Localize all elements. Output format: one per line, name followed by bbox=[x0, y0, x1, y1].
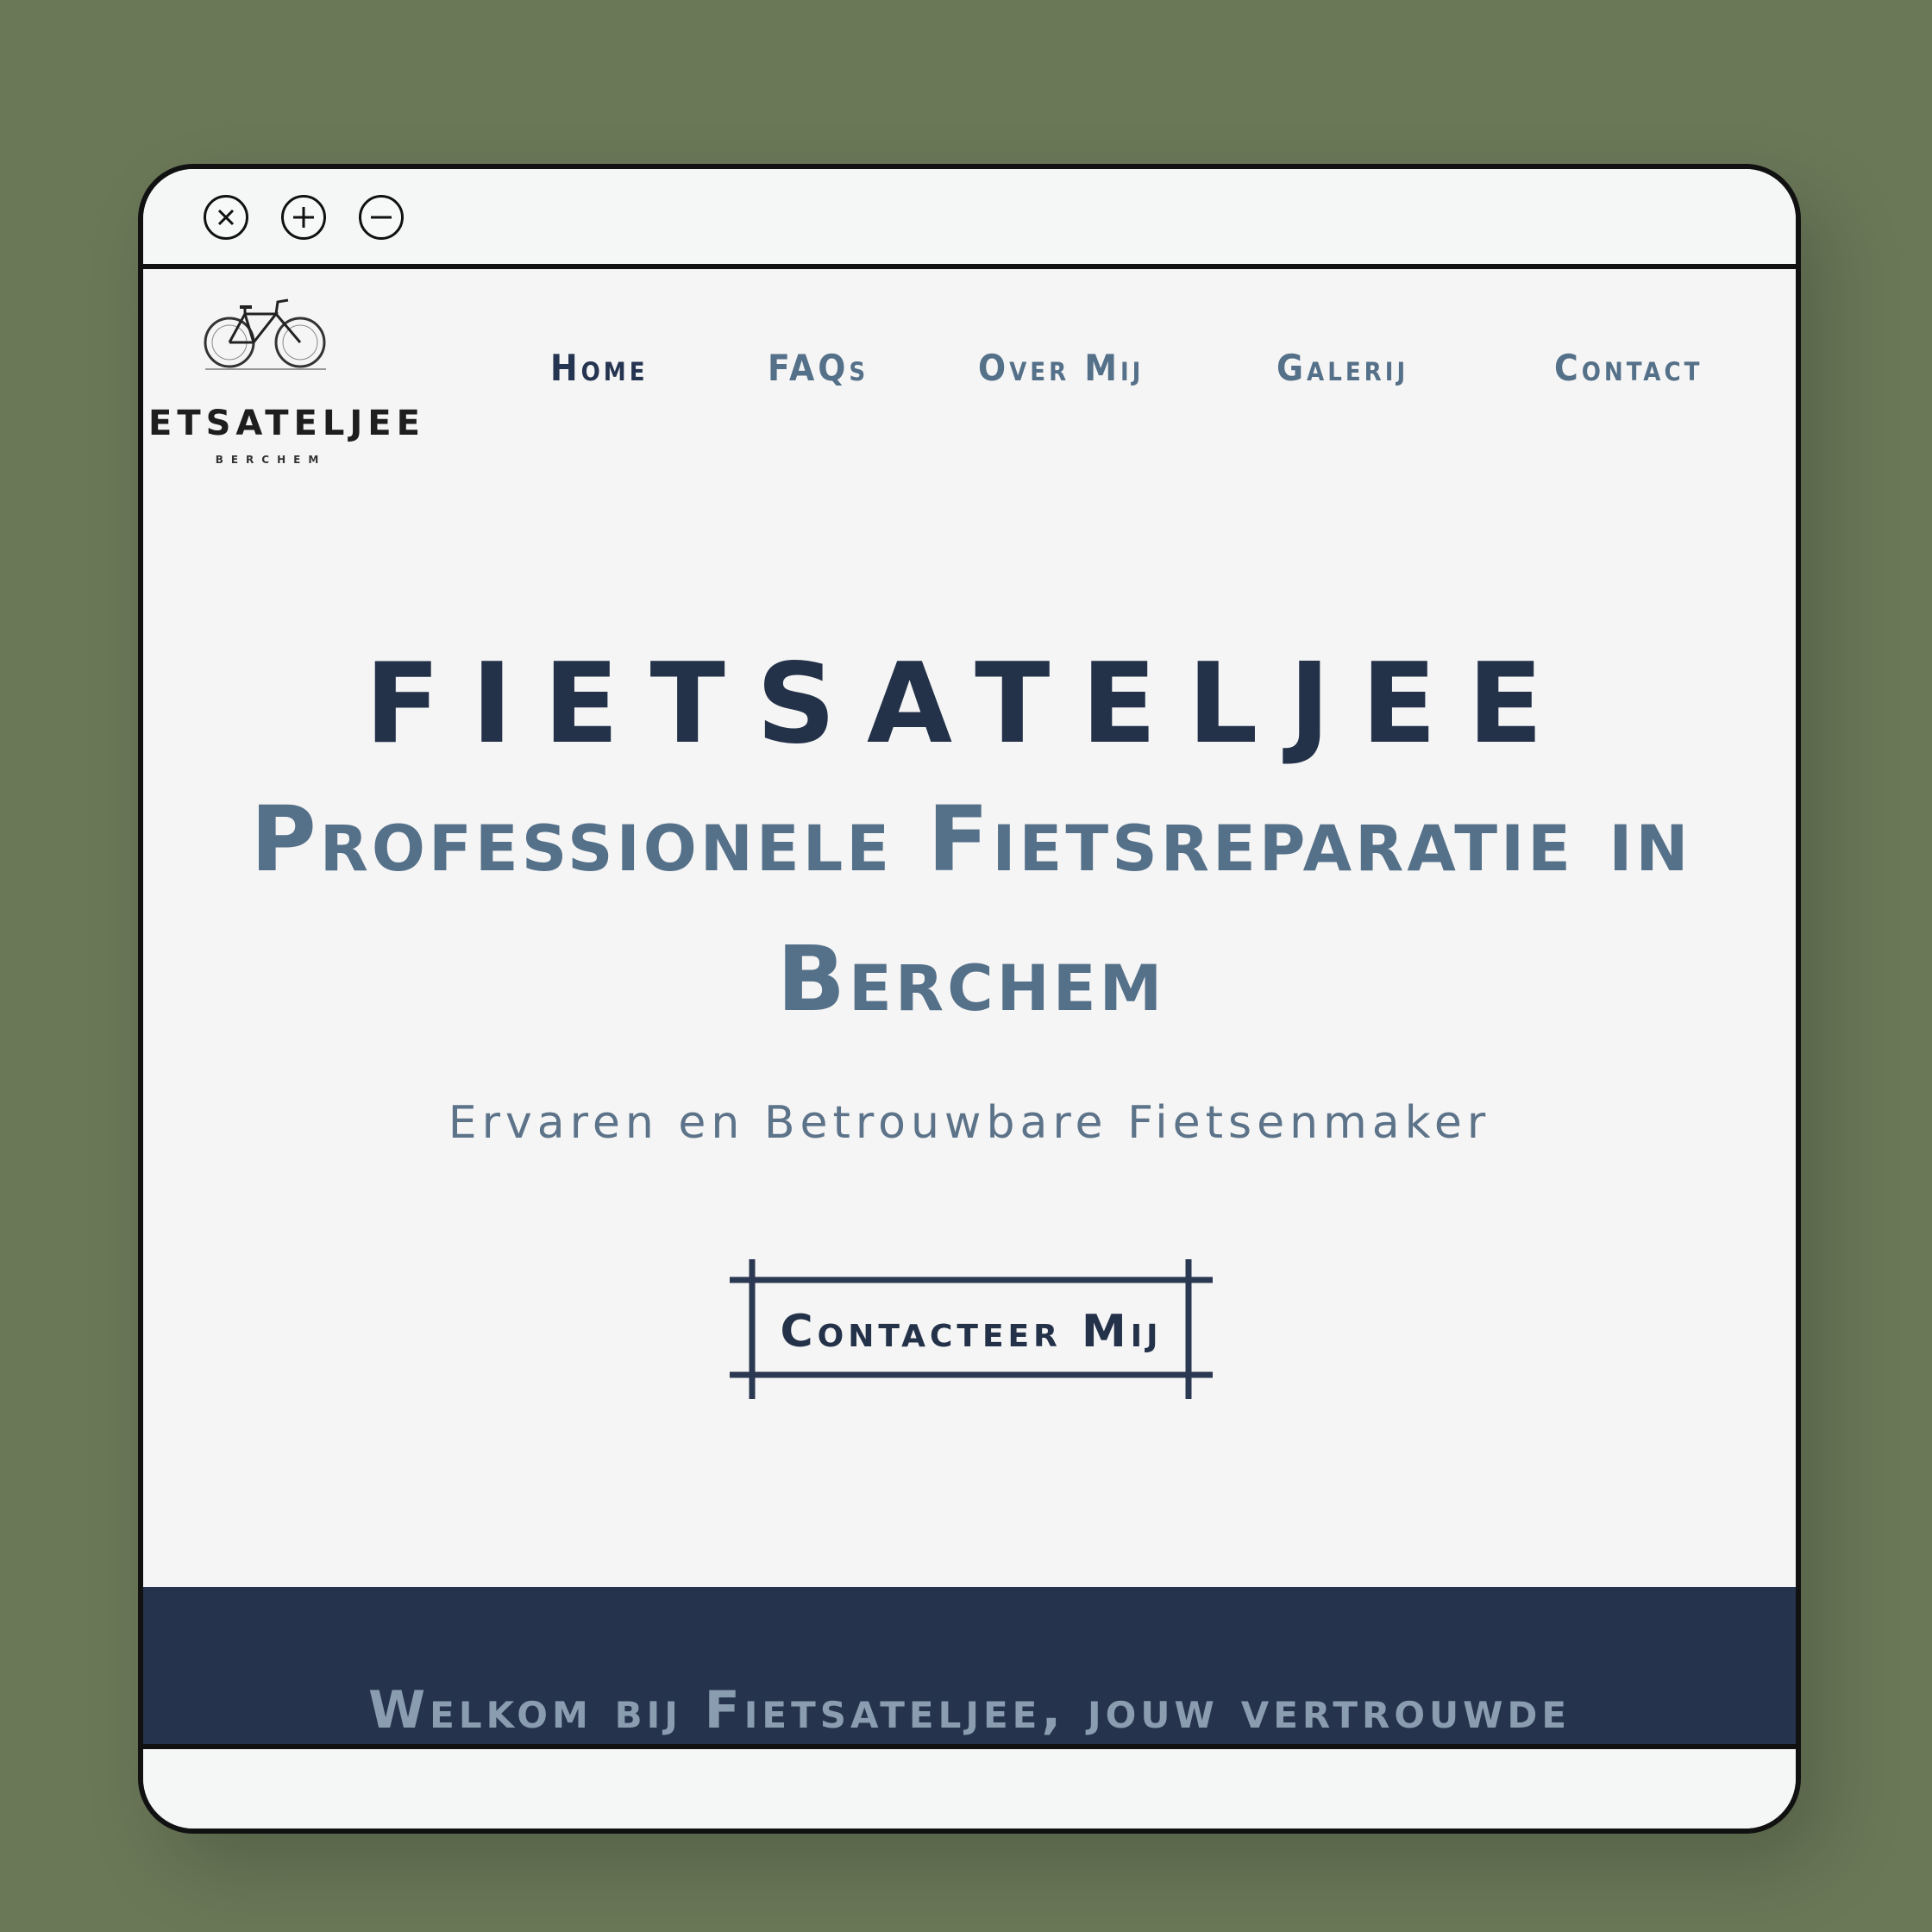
minus-icon[interactable] bbox=[359, 195, 404, 240]
logo-text: ETSATELJEE bbox=[148, 404, 425, 443]
nav-over-mij[interactable]: Over Mij bbox=[978, 342, 1144, 394]
welcome-heading: Welkom bij Fietsateljee, jouw vertrouwde bbox=[367, 1680, 1571, 1741]
contact-button[interactable]: Contacteer Mij bbox=[730, 1259, 1213, 1404]
hero-tagline: Ervaren en Betrouwbare Fietsenmaker bbox=[448, 1097, 1491, 1149]
nav-galerij[interactable]: Galerij bbox=[1276, 342, 1408, 394]
hero-title: FIETSATELJEE bbox=[365, 640, 1574, 768]
close-icon[interactable] bbox=[204, 195, 248, 240]
nav-contact[interactable]: Contact bbox=[1554, 342, 1703, 394]
status-bar bbox=[143, 1744, 1796, 1828]
browser-window: ETSATELJEE BERCHEM Home FAQs Over Mij Ga… bbox=[138, 164, 1801, 1834]
bicycle-icon bbox=[204, 298, 326, 370]
contact-button-label: Contacteer Mij bbox=[780, 1306, 1163, 1358]
nav-home[interactable]: Home bbox=[550, 342, 649, 394]
logo-subtext: BERCHEM bbox=[215, 454, 327, 466]
page-content: ETSATELJEE BERCHEM Home FAQs Over Mij Ga… bbox=[143, 269, 1796, 1744]
hero-subtitle: Professionele Fietsreparatie in Berchem bbox=[250, 787, 1692, 1032]
title-bar bbox=[143, 169, 1796, 269]
nav-faqs[interactable]: FAQs bbox=[768, 342, 869, 394]
welcome-section: Welkom bij Fietsateljee, jouw vertrouwde bbox=[143, 1587, 1796, 1744]
site-logo[interactable]: ETSATELJEE BERCHEM bbox=[148, 295, 425, 466]
plus-icon[interactable] bbox=[281, 195, 326, 240]
